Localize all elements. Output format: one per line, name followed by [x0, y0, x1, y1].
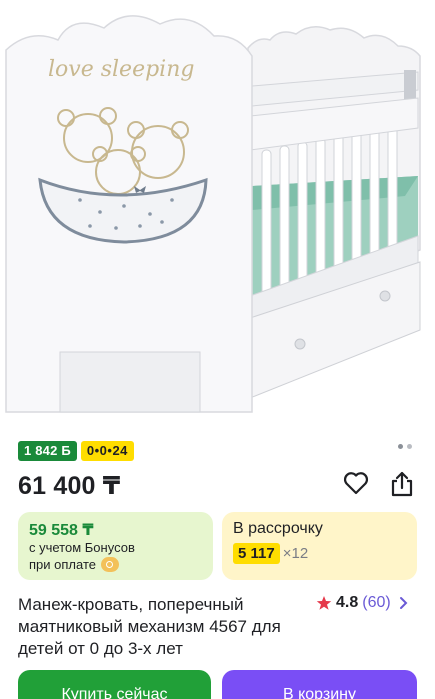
add-to-cart-button[interactable]: В корзину [222, 670, 417, 699]
price: 61 400 ₸ [18, 472, 121, 500]
gallery-dot[interactable] [407, 444, 412, 449]
chevron-right-icon [399, 597, 408, 609]
gallery-dots [398, 444, 412, 449]
installment-card[interactable]: В рассрочку 5 117 ×12 [222, 512, 417, 580]
product-title: Манеж-кровать, поперечный маятниковый ме… [18, 595, 281, 658]
bonus-caption-2: при оплате [29, 557, 119, 572]
rating[interactable]: 4.8 (60) [316, 594, 409, 612]
heart-icon[interactable] [343, 470, 369, 496]
rating-count[interactable]: (60) [362, 594, 390, 612]
bonus-caption-text: при оплате [29, 557, 96, 572]
bonus-caption: с учетом Бонусов [29, 540, 135, 555]
installment-badge: 0•0•24 [80, 441, 134, 461]
badges: 1 842 Б 0•0•24 [18, 441, 134, 461]
bonus-price-card[interactable]: 59 558 ₸ с учетом Бонусов при оплате [18, 512, 213, 580]
rating-value: 4.8 [336, 594, 359, 611]
gallery-dot[interactable] [398, 444, 403, 449]
buy-now-button[interactable]: Купить сейчас [18, 670, 211, 699]
installment-amount: 5 117 [233, 543, 280, 564]
installment-multiplier: ×12 [282, 545, 309, 562]
star-icon [316, 596, 332, 610]
bonus-price: 59 558 ₸ [29, 522, 94, 539]
share-icon[interactable] [389, 470, 415, 498]
product-image[interactable]: love sleeping [0, 0, 435, 432]
bonus-coin-icon [100, 557, 119, 572]
installment-title: В рассрочку [233, 520, 323, 537]
crib-illustration: love sleeping [5, 15, 421, 413]
bonus-badge: 1 842 Б [18, 441, 77, 461]
decal-text: love sleeping [48, 57, 194, 82]
installment-row: 5 117 ×12 [233, 543, 308, 564]
